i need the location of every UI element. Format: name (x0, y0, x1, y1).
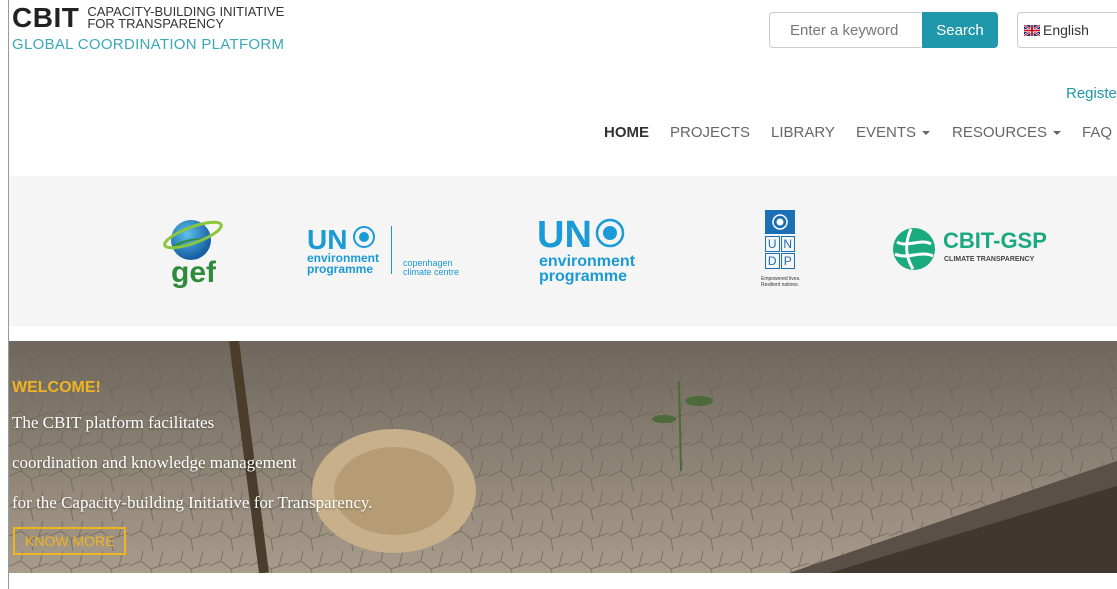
nav-library[interactable]: LIBRARY (771, 124, 835, 141)
nav-resources[interactable]: RESOURCES (952, 124, 1062, 141)
register-link[interactable]: Registe (1066, 85, 1117, 102)
chevron-down-icon (1053, 131, 1062, 136)
undp-logo[interactable]: U N D P Empowered lives. Resilient nation… (761, 210, 801, 300)
cbit-gsp-wordmark: CBIT-GSP (943, 228, 1047, 253)
gef-logo[interactable]: gef (159, 210, 229, 290)
undp-letters: U N D P (765, 236, 795, 269)
unep-ccc-copenhagen-text: copenhagen climate centre (403, 259, 459, 277)
logo-divider (391, 226, 392, 274)
unep-ccc-env-text: environment programme (307, 252, 379, 276)
un-emblem-icon (353, 226, 375, 248)
know-more-button[interactable]: KNOW MORE (13, 527, 127, 555)
nav-faq[interactable]: FAQ (1082, 124, 1112, 141)
un-emblem-icon (595, 218, 625, 248)
cbit-gsp-subtitle: CLIMATE TRANSPARENCY (944, 256, 1035, 263)
language-selector[interactable]: English (1017, 12, 1117, 48)
site-logo[interactable]: CBIT CAPACITY-BUILDING INITIATIVE FOR TR… (12, 2, 285, 54)
search-button[interactable]: Search (922, 12, 998, 48)
unep-env-text: environment programme (539, 254, 635, 285)
undp-letter-n: N (780, 236, 795, 252)
language-label: English (1043, 22, 1089, 38)
search-input[interactable] (769, 12, 921, 48)
nav-projects[interactable]: PROJECTS (670, 124, 750, 141)
logo-tagline: CAPACITY-BUILDING INITIATIVE FOR TRANSPA… (87, 4, 284, 30)
uk-flag-icon (1024, 24, 1040, 36)
nav-events-label: EVENTS (856, 124, 917, 141)
unep-logo[interactable]: UN environment programme (537, 214, 647, 288)
undp-tagline-line2: Resilient nations. (761, 282, 800, 288)
logo-tagline-line2: FOR TRANSPARENCY (87, 16, 225, 31)
partner-logos: gef UN environment programme copenhagen cl… (9, 176, 1117, 326)
nav-events[interactable]: EVENTS (856, 124, 931, 141)
unep-un-text: UN (537, 214, 592, 256)
gef-wordmark: gef (171, 256, 216, 289)
hero-text-line2: coordination and knowledge management (12, 453, 297, 472)
nav-home[interactable]: HOME (604, 124, 649, 141)
logo-subtitle: GLOBAL COORDINATION PLATFORM (12, 36, 285, 53)
unep-ccc-logo[interactable]: UN environment programme copenhagen climat… (307, 224, 487, 284)
hero-text-line3: for the Capacity-building Initiative for… (12, 493, 373, 512)
cbit-gsp-logo[interactable]: CBIT-GSP CLIMATE TRANSPARENCY (891, 226, 1071, 276)
logo-title: CBIT (12, 2, 80, 33)
undp-tagline: Empowered lives. Resilient nations. (761, 276, 800, 288)
welcome-heading: WELCOME! (12, 379, 101, 396)
undp-letter-d: D (765, 253, 780, 269)
undp-emblem (765, 210, 795, 234)
main-nav: HOME PROJECTS LIBRARY EVENTS RESOURCES F… (0, 124, 1117, 144)
unep-ccc-cph-line2: climate centre (403, 267, 460, 277)
hero-text-line1: The CBIT platform facilitates (12, 413, 215, 432)
undp-letter-u: U (765, 236, 780, 252)
chevron-down-icon (922, 131, 931, 136)
unep-env-line2: programme (539, 268, 628, 285)
un-emblem-icon (772, 214, 788, 230)
undp-letter-p: P (780, 253, 795, 269)
globe-icon (893, 228, 935, 270)
hero-banner: WELCOME! The CBIT platform facilitates c… (9, 341, 1117, 573)
nav-resources-label: RESOURCES (952, 124, 1048, 141)
unep-ccc-env-line2: programme (307, 262, 374, 276)
